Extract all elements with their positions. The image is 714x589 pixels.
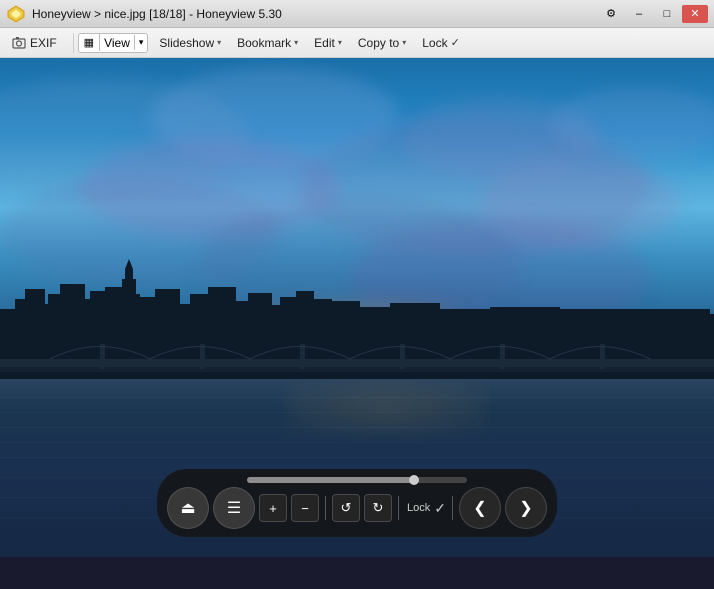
edit-arrow: ▾	[338, 38, 342, 47]
water-glow	[286, 377, 486, 437]
image-viewer[interactable]: ⏏ ☰ + − ↺ ↻ Lock ✓ ❮ ❯	[0, 58, 714, 557]
view-icon: ▦	[79, 34, 100, 51]
edit-menu[interactable]: Edit ▾	[307, 33, 349, 53]
next-button[interactable]: ❯	[505, 487, 547, 529]
bookmark-arrow: ▾	[294, 38, 298, 47]
window-title: Honeyview > nice.jpg [18/18] - Honeyview…	[32, 7, 598, 21]
water-line-4	[0, 442, 714, 443]
copyto-arrow: ▾	[402, 38, 406, 47]
progress-bar[interactable]	[247, 477, 467, 483]
ctrl-separator-3	[452, 496, 453, 520]
minimize-button[interactable]: –	[626, 5, 652, 23]
view-label: View	[100, 34, 134, 52]
copyto-label: Copy to	[358, 36, 399, 50]
zoom-out-button[interactable]: −	[291, 494, 319, 522]
menu-bar: EXIF ▦ View ▾ Slideshow ▾ Bookmark ▾ Edi…	[0, 28, 714, 58]
edit-label: Edit	[314, 36, 335, 50]
title-bar: Honeyview > nice.jpg [18/18] - Honeyview…	[0, 0, 714, 28]
eject-button[interactable]: ⏏	[167, 487, 209, 529]
copyto-menu[interactable]: Copy to ▾	[351, 33, 413, 53]
exif-label: EXIF	[30, 36, 57, 50]
view-button-group[interactable]: ▦ View ▾	[78, 33, 149, 53]
camera-icon	[12, 36, 26, 50]
rotate-left-button[interactable]: ↺	[332, 494, 360, 522]
settings-button[interactable]: ⚙	[598, 5, 624, 23]
progress-fill	[247, 477, 412, 483]
window-controls: ⚙ – □ ✕	[598, 5, 708, 23]
ctrl-separator-2	[398, 496, 399, 520]
playback-controls: ⏏ ☰ + − ↺ ↻ Lock ✓ ❮ ❯	[157, 469, 557, 537]
rotate-right-button[interactable]: ↻	[364, 494, 392, 522]
close-button[interactable]: ✕	[682, 5, 708, 23]
app-logo	[6, 4, 26, 24]
view-arrow: ▾	[134, 35, 148, 50]
lock-label: Lock	[422, 36, 447, 50]
cloud-purple-1	[80, 138, 340, 238]
menu-button[interactable]: ☰	[213, 487, 255, 529]
controls-row: ⏏ ☰ + − ↺ ↻ Lock ✓ ❮ ❯	[167, 487, 547, 529]
menu-separator	[73, 33, 74, 53]
city-skyline	[0, 249, 714, 379]
lock-ctrl-check-icon: ✓	[434, 500, 446, 517]
progress-knob[interactable]	[409, 475, 419, 485]
slideshow-arrow: ▾	[217, 38, 221, 47]
zoom-in-button[interactable]: +	[259, 494, 287, 522]
ctrl-separator	[325, 496, 326, 520]
exif-button[interactable]: EXIF	[4, 33, 65, 53]
lock-ctrl-label: Lock	[407, 502, 430, 514]
bookmark-menu[interactable]: Bookmark ▾	[230, 33, 305, 53]
slideshow-label: Slideshow	[159, 36, 214, 50]
maximize-button[interactable]: □	[654, 5, 680, 23]
bookmark-label: Bookmark	[237, 36, 291, 50]
lock-check-icon: ✓	[451, 36, 460, 49]
prev-button[interactable]: ❮	[459, 487, 501, 529]
lock-menu[interactable]: Lock ✓	[415, 33, 467, 53]
water-line-5	[0, 457, 714, 458]
slideshow-menu[interactable]: Slideshow ▾	[152, 33, 228, 53]
